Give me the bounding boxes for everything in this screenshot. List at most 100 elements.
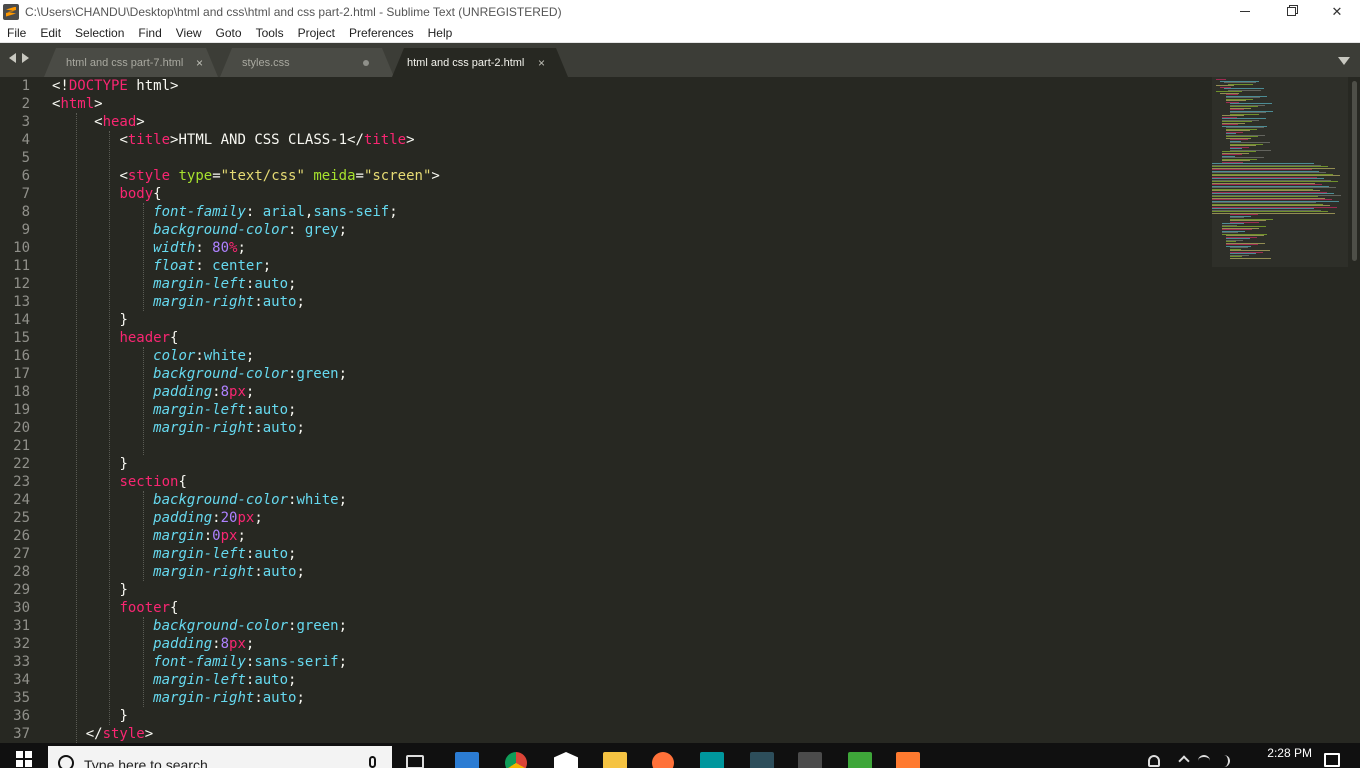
code-token: background-color	[153, 222, 289, 238]
notification-icon[interactable]	[1324, 753, 1340, 767]
code-token: white	[203, 348, 246, 364]
code-token: {	[170, 330, 179, 346]
wifi-icon[interactable]	[1198, 755, 1210, 767]
code-token: float	[153, 258, 196, 274]
minimize-button[interactable]	[1222, 0, 1268, 23]
sublime-text-icon[interactable]	[798, 752, 822, 768]
menu-edit[interactable]: Edit	[33, 23, 68, 43]
code-line: }	[119, 581, 127, 599]
code-token: color	[153, 348, 196, 364]
tab-part-7[interactable]: html and css part-7.html ×	[44, 48, 218, 77]
line-number: 28	[13, 564, 30, 580]
chevron-up-icon[interactable]	[1178, 755, 1190, 767]
scroll-thumb[interactable]	[1352, 81, 1357, 261]
minimap[interactable]	[1212, 77, 1348, 267]
line-number: 23	[13, 474, 30, 490]
menu-project[interactable]: Project	[291, 23, 342, 43]
menu-selection[interactable]: Selection	[68, 23, 131, 43]
close-button[interactable]: ✕	[1314, 0, 1360, 23]
tab-part-2[interactable]: html and css part-2.html ×	[392, 48, 568, 77]
close-tab-icon[interactable]: ×	[196, 56, 203, 70]
camtasia-icon[interactable]	[848, 752, 872, 768]
code-token: background-color	[153, 618, 289, 634]
code-token: :	[212, 510, 221, 526]
menu-tools[interactable]: Tools	[249, 23, 291, 43]
previous-tab-icon[interactable]	[9, 53, 16, 63]
line-number: 18	[13, 384, 30, 400]
code-line: body{	[119, 185, 161, 203]
line-number: 9	[21, 222, 30, 238]
code-token: center	[212, 258, 263, 274]
line-number: 19	[13, 402, 30, 418]
menu-preferences[interactable]: Preferences	[342, 23, 421, 43]
store-icon[interactable]	[455, 752, 479, 768]
code-token: arial	[262, 204, 305, 220]
code-token: <	[94, 114, 103, 130]
people-icon[interactable]	[1148, 755, 1160, 767]
app-icon[interactable]	[750, 752, 774, 768]
search-icon	[58, 755, 74, 768]
code-token: px	[229, 384, 246, 400]
code-token: :	[245, 204, 263, 220]
task-view-icon[interactable]	[406, 755, 424, 768]
line-number: 1	[21, 78, 30, 94]
code-line: color:white;	[153, 347, 254, 365]
chrome-icon[interactable]	[505, 752, 527, 768]
tab-styles-css[interactable]: styles.css	[220, 48, 394, 77]
menu-goto[interactable]: Goto	[209, 23, 249, 43]
menu-file[interactable]: File	[0, 23, 33, 43]
volume-icon[interactable]	[1218, 755, 1230, 767]
code-token: >	[136, 114, 145, 130]
next-tab-icon[interactable]	[22, 53, 29, 63]
code-token: }	[119, 708, 128, 724]
code-line: header{	[119, 329, 178, 347]
taskbar-search[interactable]: Type here to search	[48, 746, 392, 768]
code-token: ;	[288, 402, 297, 418]
code-line: margin-left:auto;	[153, 275, 296, 293]
vertical-scrollbar[interactable]	[1348, 77, 1360, 743]
close-icon: ✕	[1331, 3, 1343, 19]
code-token: px	[229, 636, 246, 652]
line-number: 29	[13, 582, 30, 598]
code-token: sans-serif	[254, 654, 339, 670]
menu-view[interactable]: View	[169, 23, 209, 43]
code-line: width: 80%;	[153, 239, 246, 257]
code-token: html>	[127, 78, 179, 94]
code-token: footer	[119, 600, 171, 616]
tab-list-chevron-icon[interactable]	[1338, 57, 1350, 65]
file-explorer-icon[interactable]	[603, 752, 627, 768]
code-token: </	[85, 726, 103, 742]
line-number: 13	[13, 294, 30, 310]
code-token: ;	[262, 258, 272, 274]
line-number: 27	[13, 546, 30, 562]
code-editor[interactable]: 1 2 3 4 5 6 7 8 9 10 11 12 13 14 15 16 17 18 19 20 21 22 23 24 2…	[0, 77, 1360, 743]
app-icon[interactable]	[896, 752, 920, 768]
code-token: meida	[313, 168, 356, 184]
indent-guide	[143, 617, 145, 707]
maximize-button[interactable]	[1268, 0, 1314, 23]
firefox-icon[interactable]	[652, 752, 674, 768]
code-token: :	[203, 528, 213, 544]
microphone-icon[interactable]	[369, 756, 376, 768]
line-number: 11	[13, 258, 30, 274]
code-line: background-color:green;	[153, 365, 347, 383]
code-token: section	[119, 474, 179, 490]
arduino-icon[interactable]	[700, 752, 724, 768]
code-line: margin-left:auto;	[153, 671, 296, 689]
close-tab-icon[interactable]: ×	[538, 56, 545, 70]
code-token: 0	[212, 528, 221, 544]
code-token: >HTML AND CSS CLASS-1</	[170, 132, 364, 148]
code-line: <!DOCTYPE html>	[52, 77, 178, 95]
mail-icon[interactable]	[554, 752, 578, 768]
windows-start-icon[interactable]	[16, 751, 32, 767]
menu-find[interactable]: Find	[131, 23, 168, 43]
code-token: auto	[262, 294, 297, 310]
code-token: auto	[254, 402, 289, 418]
code-token: }	[119, 312, 128, 328]
clock-time[interactable]: 2:28 PM	[1267, 746, 1312, 760]
menu-help[interactable]: Help	[421, 23, 460, 43]
line-number: 14	[13, 312, 30, 328]
code-token: >	[406, 132, 415, 148]
code-token: auto	[254, 546, 289, 562]
code-line: background-color:white;	[153, 491, 347, 509]
